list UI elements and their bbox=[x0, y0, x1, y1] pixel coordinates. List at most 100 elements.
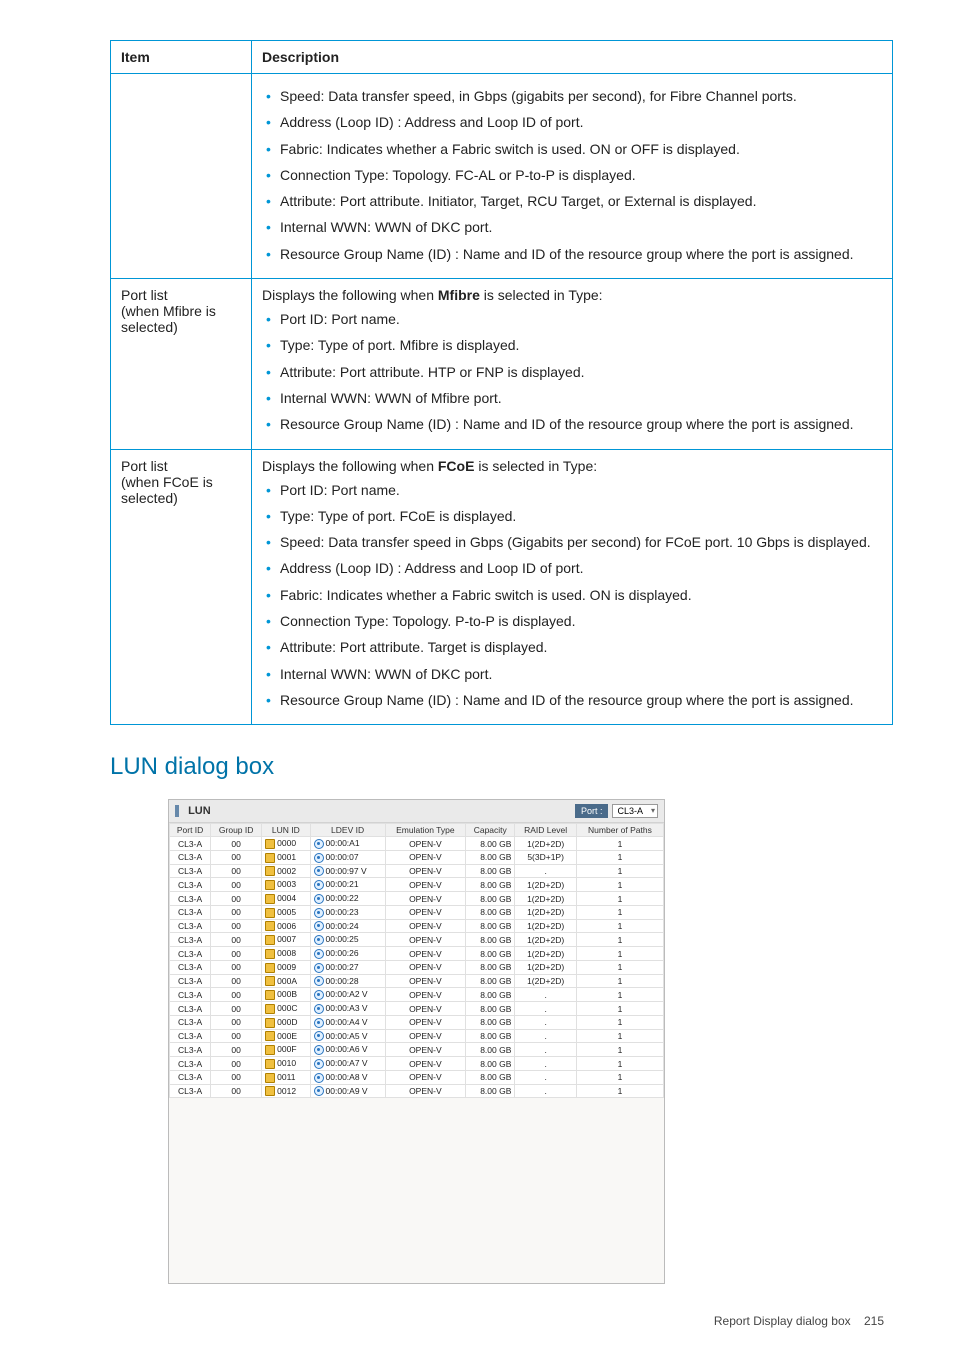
lun-cell: . bbox=[515, 988, 576, 1002]
lun-row[interactable]: CL3-A00000D00:00:A4 VOPEN-V8.00 GB.1 bbox=[170, 1015, 664, 1029]
desc-bullet-item: Type: Type of port. FCoE is displayed. bbox=[280, 506, 882, 526]
ldev-id-icon bbox=[314, 866, 324, 876]
lun-row[interactable]: CL3-A00000C00:00:A3 VOPEN-V8.00 GB.1 bbox=[170, 1002, 664, 1016]
port-selector-value[interactable]: CL3-A bbox=[612, 804, 658, 818]
lun-cell: 00 bbox=[211, 1043, 262, 1057]
lun-row[interactable]: CL3-A00000A00:00:28OPEN-V8.00 GB1(2D+2D)… bbox=[170, 974, 664, 988]
desc-bullet-item: Port ID: Port name. bbox=[280, 480, 882, 500]
desc-bullet-item: Attribute: Port attribute. HTP or FNP is… bbox=[280, 362, 882, 382]
lun-col-header: Capacity bbox=[466, 824, 515, 837]
lun-row[interactable]: CL3-A00000100:00:07OPEN-V8.00 GB5(3D+1P)… bbox=[170, 850, 664, 864]
lun-cell: 00:00:97 V bbox=[310, 864, 385, 878]
lun-id-icon bbox=[265, 1004, 275, 1014]
desc-description-cell: Displays the following when Mfibre is se… bbox=[252, 279, 893, 449]
lun-cell: 00:00:A3 V bbox=[310, 1002, 385, 1016]
lun-row[interactable]: CL3-A00000700:00:25OPEN-V8.00 GB1(2D+2D)… bbox=[170, 933, 664, 947]
lun-row[interactable]: CL3-A00001200:00:A9 VOPEN-V8.00 GB.1 bbox=[170, 1084, 664, 1098]
desc-item-cell: Port list (when FCoE is selected) bbox=[111, 449, 252, 725]
lun-cell: OPEN-V bbox=[385, 1084, 465, 1098]
lun-row[interactable]: CL3-A00000600:00:24OPEN-V8.00 GB1(2D+2D)… bbox=[170, 919, 664, 933]
lun-cell: . bbox=[515, 1057, 576, 1071]
lun-row[interactable]: CL3-A00000300:00:21OPEN-V8.00 GB1(2D+2D)… bbox=[170, 878, 664, 892]
lun-cell: CL3-A bbox=[170, 892, 211, 906]
lun-cell: 8.00 GB bbox=[466, 850, 515, 864]
lun-cell: 00:00:26 bbox=[310, 947, 385, 961]
lun-row[interactable]: CL3-A00000200:00:97 VOPEN-V8.00 GB.1 bbox=[170, 864, 664, 878]
lun-cell: 00:00:A7 V bbox=[310, 1057, 385, 1071]
lun-cell: OPEN-V bbox=[385, 974, 465, 988]
lun-cell: 5(3D+1P) bbox=[515, 850, 576, 864]
ldev-id-icon bbox=[314, 1018, 324, 1028]
lun-row[interactable]: CL3-A00000900:00:27OPEN-V8.00 GB1(2D+2D)… bbox=[170, 960, 664, 974]
lun-row[interactable]: CL3-A00000F00:00:A6 VOPEN-V8.00 GB.1 bbox=[170, 1043, 664, 1057]
lun-cell: 1(2D+2D) bbox=[515, 974, 576, 988]
lun-cell: 1(2D+2D) bbox=[515, 947, 576, 961]
lun-cell: CL3-A bbox=[170, 960, 211, 974]
lun-cell: CL3-A bbox=[170, 1002, 211, 1016]
desc-bullet-item: Connection Type: Topology. P-to-P is dis… bbox=[280, 611, 882, 631]
lun-row[interactable]: CL3-A00000000:00:A1OPEN-V8.00 GB1(2D+2D)… bbox=[170, 837, 664, 851]
lun-cell: 0010 bbox=[262, 1057, 310, 1071]
lun-cell: . bbox=[515, 1070, 576, 1084]
lun-cell: OPEN-V bbox=[385, 850, 465, 864]
lun-cell: 00 bbox=[211, 947, 262, 961]
lun-cell: 1(2D+2D) bbox=[515, 919, 576, 933]
lun-id-icon bbox=[265, 1031, 275, 1041]
lun-row[interactable]: CL3-A00000800:00:26OPEN-V8.00 GB1(2D+2D)… bbox=[170, 947, 664, 961]
lun-cell: 00 bbox=[211, 1015, 262, 1029]
lun-cell: 1(2D+2D) bbox=[515, 905, 576, 919]
lun-cell: 1(2D+2D) bbox=[515, 837, 576, 851]
lun-row[interactable]: CL3-A00000E00:00:A5 VOPEN-V8.00 GB.1 bbox=[170, 1029, 664, 1043]
lun-cell: 8.00 GB bbox=[466, 919, 515, 933]
lun-id-icon bbox=[265, 1018, 275, 1028]
lun-table: Port IDGroup IDLUN IDLDEV IDEmulation Ty… bbox=[169, 823, 664, 1098]
lun-cell: 0012 bbox=[262, 1084, 310, 1098]
lun-cell: 0005 bbox=[262, 905, 310, 919]
desc-bullet-item: Resource Group Name (ID) : Name and ID o… bbox=[280, 690, 882, 710]
lun-cell: 8.00 GB bbox=[466, 1057, 515, 1071]
desc-item-cell: Port list (when Mfibre is selected) bbox=[111, 279, 252, 449]
section-heading-lun-dialog: LUN dialog box bbox=[110, 753, 894, 781]
lun-id-icon bbox=[265, 935, 275, 945]
lun-row[interactable]: CL3-A00001100:00:A8 VOPEN-V8.00 GB.1 bbox=[170, 1070, 664, 1084]
lun-row[interactable]: CL3-A00000500:00:23OPEN-V8.00 GB1(2D+2D)… bbox=[170, 905, 664, 919]
desc-bullet-item: Address (Loop ID) : Address and Loop ID … bbox=[280, 558, 882, 578]
lun-cell: 000D bbox=[262, 1015, 310, 1029]
col-description-header: Description bbox=[252, 41, 893, 74]
lun-cell: 000B bbox=[262, 988, 310, 1002]
lun-cell: OPEN-V bbox=[385, 837, 465, 851]
ldev-id-icon bbox=[314, 990, 324, 1000]
lun-col-header: Number of Paths bbox=[576, 824, 663, 837]
lun-cell: 8.00 GB bbox=[466, 892, 515, 906]
desc-bullet-item: Speed: Data transfer speed in Gbps (Giga… bbox=[280, 532, 882, 552]
lun-id-icon bbox=[265, 866, 275, 876]
lun-cell: 0011 bbox=[262, 1070, 310, 1084]
desc-bullet-item: Attribute: Port attribute. Target is dis… bbox=[280, 637, 882, 657]
lun-cell: CL3-A bbox=[170, 988, 211, 1002]
port-selector[interactable]: Port : CL3-A bbox=[575, 804, 658, 818]
lun-cell: OPEN-V bbox=[385, 1015, 465, 1029]
desc-intro: Displays the following when FCoE is sele… bbox=[262, 458, 882, 474]
desc-description-cell: Speed: Data transfer speed, in Gbps (gig… bbox=[252, 74, 893, 279]
desc-bullet-item: Internal WWN: WWN of DKC port. bbox=[280, 664, 882, 684]
lun-cell: CL3-A bbox=[170, 850, 211, 864]
lun-cell: 1 bbox=[576, 988, 663, 1002]
lun-dialog: LUN Port : CL3-A Port IDGroup IDLUN IDLD… bbox=[168, 799, 665, 1284]
port-selector-label: Port : bbox=[575, 804, 609, 818]
lun-cell: 00:00:A8 V bbox=[310, 1070, 385, 1084]
lun-cell: 1(2D+2D) bbox=[515, 878, 576, 892]
lun-cell: 00:00:23 bbox=[310, 905, 385, 919]
desc-bullet-list: Port ID: Port name.Type: Type of port. M… bbox=[262, 309, 882, 434]
lun-cell: 00:00:A1 bbox=[310, 837, 385, 851]
lun-col-header: Emulation Type bbox=[385, 824, 465, 837]
lun-cell: 00:00:28 bbox=[310, 974, 385, 988]
page-footer: Report Display dialog box 215 bbox=[110, 1314, 894, 1328]
desc-intro: Displays the following when Mfibre is se… bbox=[262, 287, 882, 303]
lun-row[interactable]: CL3-A00001000:00:A7 VOPEN-V8.00 GB.1 bbox=[170, 1057, 664, 1071]
lun-row[interactable]: CL3-A00000B00:00:A2 VOPEN-V8.00 GB.1 bbox=[170, 988, 664, 1002]
lun-row[interactable]: CL3-A00000400:00:22OPEN-V8.00 GB1(2D+2D)… bbox=[170, 892, 664, 906]
lun-cell: 1 bbox=[576, 1057, 663, 1071]
lun-cell: . bbox=[515, 1002, 576, 1016]
lun-cell: . bbox=[515, 1015, 576, 1029]
lun-cell: CL3-A bbox=[170, 1057, 211, 1071]
